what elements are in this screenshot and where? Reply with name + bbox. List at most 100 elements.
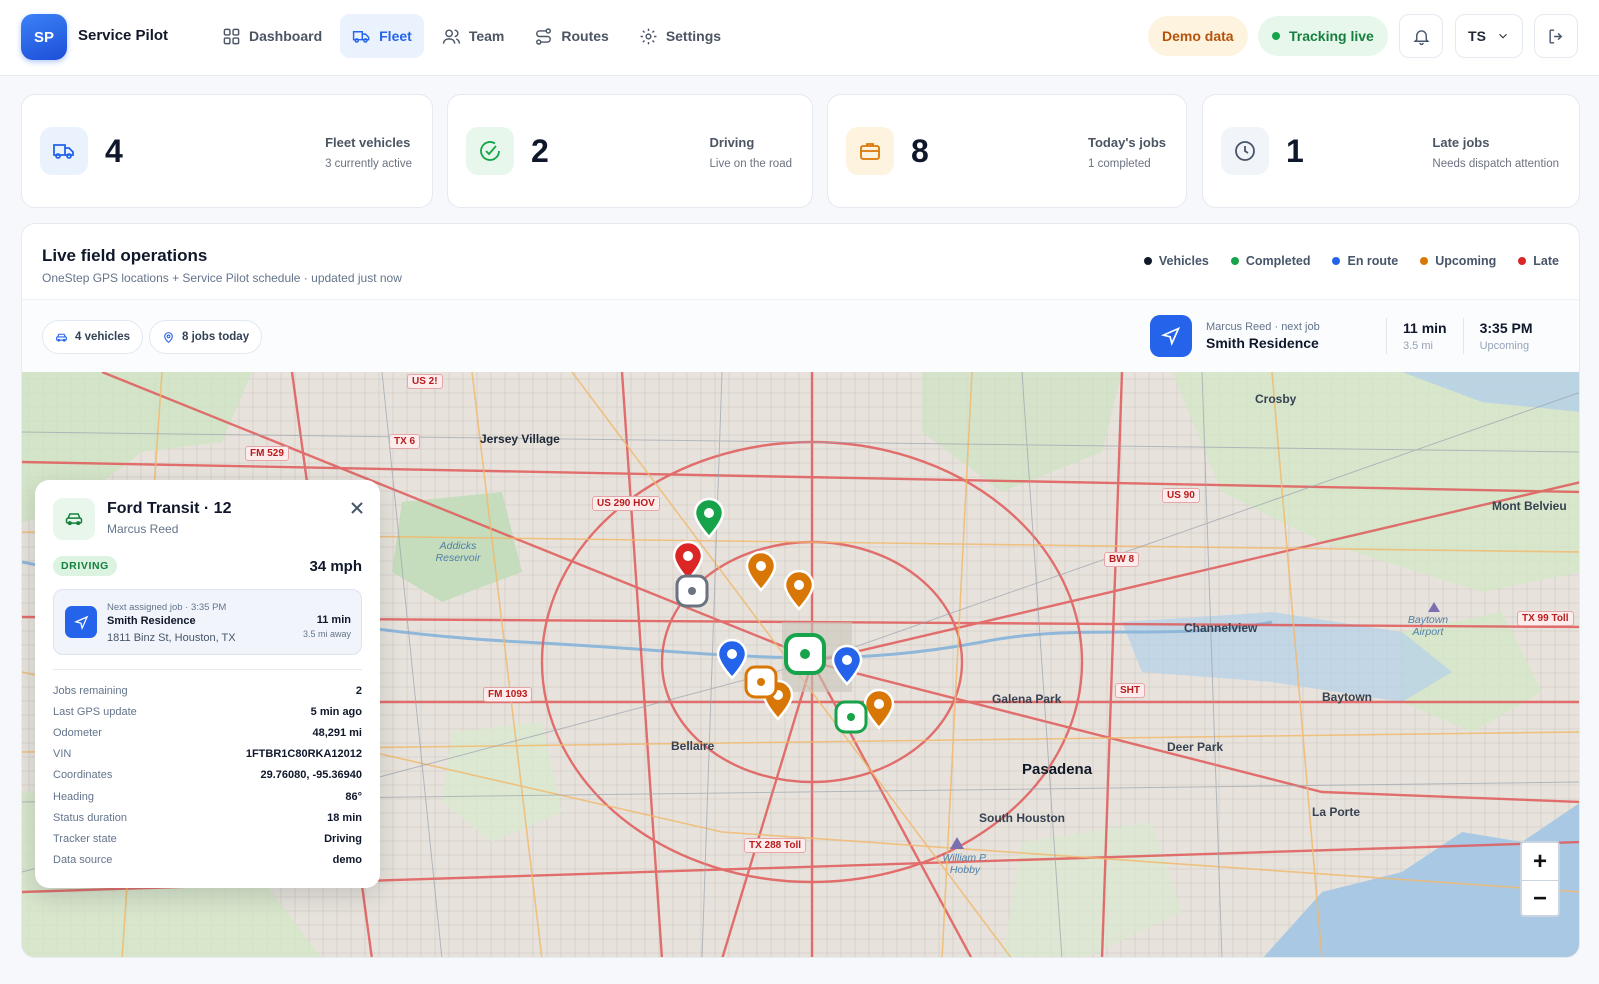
next-job-name: Smith Residence [107, 615, 196, 627]
status-badge: DRIVING [53, 556, 117, 576]
detail-value: Driving [324, 832, 362, 845]
stat-card-fleet-vehicles: 4 Fleet vehicles 3 currently active [21, 94, 433, 208]
upcoming-job-marker[interactable] [744, 550, 778, 592]
tracking-live-pill[interactable]: Tracking live [1258, 16, 1388, 56]
nav-settings[interactable]: Settings [627, 14, 733, 58]
vehicle-icon-box [53, 498, 95, 540]
jobs-chip-label: 8 jobs today [182, 331, 250, 343]
nav-settings-label: Settings [665, 28, 722, 44]
map-label: Baytown Airport [1407, 614, 1449, 638]
detail-row: Tracker state Driving [53, 828, 362, 849]
panel-title: Live field operations [42, 246, 208, 265]
vehicle-marker-selected[interactable] [784, 633, 826, 675]
navigation-icon [1161, 326, 1181, 346]
user-menu-button[interactable]: TS [1455, 14, 1523, 58]
detail-row: Data source demo [53, 850, 362, 871]
vehicle-driver: Marcus Reed [107, 522, 179, 536]
vehicle-name: Ford Transit · 12 [107, 500, 232, 517]
jobs-filter-chip[interactable]: 8 jobs today [149, 320, 263, 354]
nav-dashboard[interactable]: Dashboard [210, 14, 334, 58]
navigation-icon-box [1150, 315, 1192, 357]
logout-icon [1548, 28, 1562, 44]
completed-job-marker[interactable] [692, 497, 726, 539]
road-shield: FM 529 [245, 446, 289, 461]
stat-value: 2 [531, 133, 549, 169]
next-job-time: 3:35 PM Upcoming [1464, 320, 1549, 352]
logout-button[interactable] [1534, 14, 1578, 58]
road-shield: FM 1093 [483, 687, 533, 702]
road-shield: SHT [1115, 683, 1145, 698]
next-job-distance: 3.5 mi away [302, 629, 351, 639]
legend-label: En route [1347, 254, 1399, 268]
notifications-button[interactable] [1399, 14, 1443, 58]
stat-label: Today's jobs 1 completed [1088, 135, 1166, 170]
legend-dot-icon [1420, 257, 1429, 265]
next-job-label: Next assigned job · 3:35 PM [107, 602, 227, 613]
gear-icon [640, 28, 657, 44]
next-job-summary[interactable]: Marcus Reed · next job Smith Residence 1… [1150, 314, 1549, 358]
close-button[interactable] [347, 498, 367, 518]
nav-team[interactable]: Team [430, 14, 517, 58]
vehicle-marker[interactable] [834, 700, 868, 734]
detail-value: 2 [355, 684, 362, 697]
navigation-icon [73, 615, 88, 630]
tracking-live-label: Tracking live [1289, 28, 1374, 44]
vehicles-chip-label: 4 vehicles [75, 331, 130, 343]
detail-key: VIN [53, 748, 72, 761]
legend-label: Completed [1245, 254, 1311, 268]
fleet-map[interactable]: Jersey Village Crosby Mont Belvieu Chann… [22, 372, 1579, 957]
zoom-in-button[interactable]: + [1522, 843, 1558, 880]
detail-value: demo [332, 854, 362, 867]
detail-key: Data source [53, 854, 113, 867]
detail-row: Odometer 48,291 mi [53, 722, 362, 743]
next-job-address: 1811 Binz St, Houston, TX [107, 632, 236, 644]
divider [53, 669, 362, 670]
detail-value: 86° [345, 790, 362, 803]
stat-card-todays-jobs: 8 Today's jobs 1 completed [827, 94, 1187, 208]
nav-routes-label: Routes [561, 28, 609, 44]
detail-value: 1FTBR1C80RKA12012 [245, 748, 362, 761]
panel-subtitle: OneStep GPS locations + Service Pilot sc… [42, 271, 402, 285]
upcoming-job-marker[interactable] [782, 569, 816, 611]
live-dot-icon [1272, 32, 1280, 40]
route-icon [536, 27, 552, 45]
grid-icon [223, 28, 240, 44]
next-assigned-job[interactable]: Next assigned job · 3:35 PM Smith Reside… [53, 589, 362, 655]
nav-fleet[interactable]: Fleet [340, 14, 424, 58]
eta-value: 11 min [1403, 320, 1447, 336]
vehicle-marker[interactable] [675, 574, 709, 608]
vehicle-details-list: Jobs remaining 2 Last GPS update 5 min ago… [53, 680, 362, 871]
stat-subtitle: Needs dispatch attention [1432, 158, 1559, 170]
status-value: Upcoming [1479, 340, 1530, 352]
legend-upcoming: Upcoming [1420, 254, 1496, 268]
road-shield: TX 288 Toll [744, 838, 807, 853]
vehicle-marker[interactable] [744, 665, 778, 699]
stat-title: Late jobs [1432, 135, 1490, 150]
detail-value: 29.76080, -95.36940 [260, 769, 362, 782]
next-job-label: Marcus Reed · next job [1206, 321, 1320, 333]
stat-value: 4 [105, 133, 123, 169]
vehicle-speed: 34 mph [309, 558, 362, 575]
zoom-out-button[interactable]: − [1522, 880, 1558, 917]
detail-value: 5 min ago [310, 705, 362, 718]
map-label: South Houston [979, 811, 1065, 825]
detail-row: Jobs remaining 2 [53, 680, 362, 701]
close-icon [351, 502, 363, 514]
map-label: La Porte [1312, 805, 1361, 819]
app-logo[interactable]: SP [21, 14, 67, 60]
stat-value: 1 [1286, 133, 1304, 169]
road-shield: TX 6 [389, 434, 421, 449]
vehicles-filter-chip[interactable]: 4 vehicles [42, 320, 143, 354]
pin-icon [164, 331, 173, 343]
detail-row: Last GPS update 5 min ago [53, 701, 362, 722]
en-route-job-marker[interactable] [830, 644, 864, 686]
nav-fleet-label: Fleet [379, 28, 412, 44]
legend-completed: Completed [1230, 254, 1311, 268]
users-icon [442, 28, 460, 44]
demo-data-pill[interactable]: Demo data [1148, 16, 1248, 56]
nav-routes[interactable]: Routes [522, 14, 620, 58]
detail-row: Heading 86° [53, 786, 362, 807]
legend-dot-icon [1230, 257, 1239, 265]
next-job-eta: 11 min [316, 614, 351, 626]
briefcase-icon [860, 143, 880, 160]
